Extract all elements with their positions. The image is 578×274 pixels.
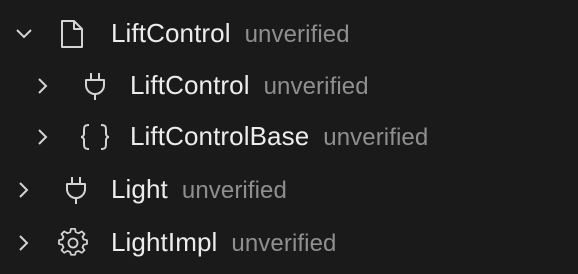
item-description: unverified <box>244 21 350 48</box>
chevron-down-icon[interactable] <box>13 23 35 45</box>
tree-item-liftcontrol-file[interactable]: LiftControl unverified <box>0 7 578 60</box>
chevron-right-icon[interactable] <box>32 75 54 97</box>
tree-item-lightimpl[interactable]: LightImpl unverified <box>0 216 578 269</box>
gear-icon <box>58 227 88 258</box>
item-name: Light <box>111 174 168 204</box>
tree-item-label: LiftControl unverified <box>111 18 350 49</box>
tree-item-light[interactable]: Light unverified <box>0 163 578 216</box>
item-description: unverified <box>263 73 369 100</box>
item-name: LiftControl <box>111 18 231 48</box>
item-name: LiftControl <box>130 70 250 100</box>
chevron-right-icon[interactable] <box>13 232 35 254</box>
tree-item-liftcontrolbase[interactable]: LiftControlBase unverified <box>0 110 578 163</box>
tree-item-label: LightImpl unverified <box>111 227 336 258</box>
plug-icon <box>61 175 91 205</box>
item-name: LiftControlBase <box>130 121 310 151</box>
tree-item-label: LiftControl unverified <box>130 70 369 101</box>
tree-item-liftcontrol-interface[interactable]: LiftControl unverified <box>0 59 578 112</box>
chevron-right-icon[interactable] <box>13 179 35 201</box>
item-description: unverified <box>231 230 337 257</box>
item-name: LightImpl <box>111 227 218 257</box>
chevron-right-icon[interactable] <box>32 126 54 148</box>
tree-item-label: Light unverified <box>111 174 287 205</box>
item-description: unverified <box>181 177 287 204</box>
tree-item-label: LiftControlBase unverified <box>130 121 428 152</box>
item-description: unverified <box>323 124 429 151</box>
file-icon <box>57 19 87 49</box>
outline-tree: LiftControl unverified LiftControl unverif… <box>0 0 578 274</box>
plug-icon <box>80 71 110 101</box>
braces-icon <box>77 122 113 152</box>
